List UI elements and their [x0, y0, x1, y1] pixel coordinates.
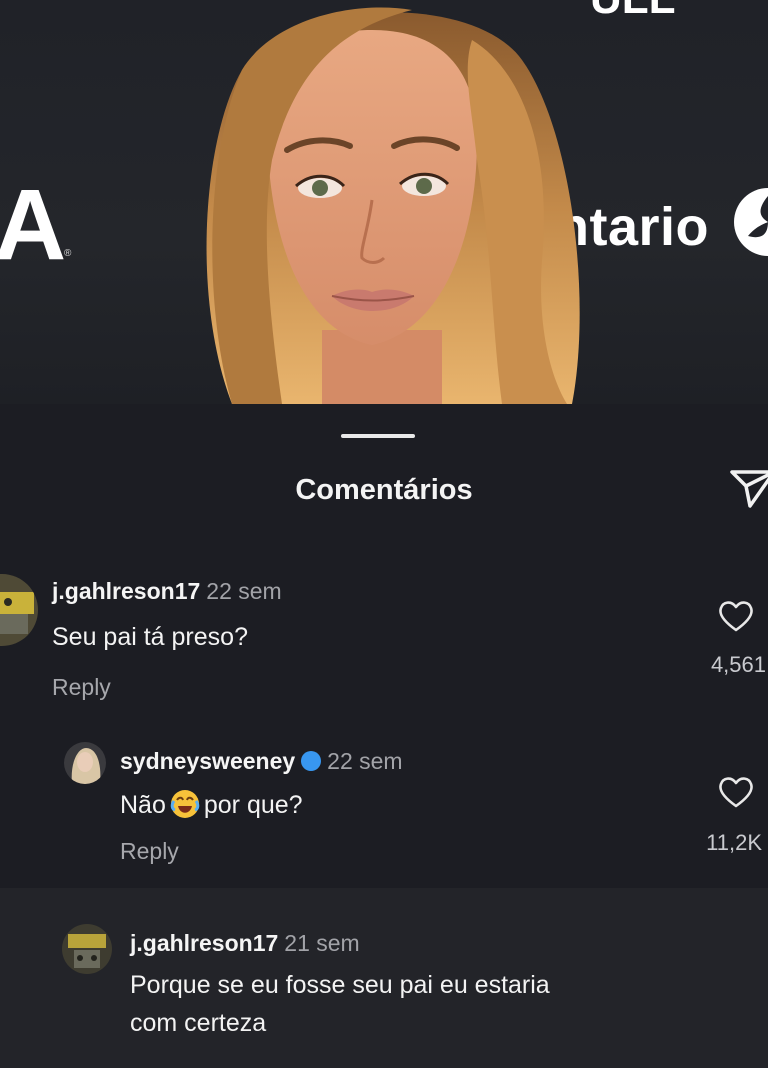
- crying-laughing-face-icon: [170, 790, 200, 819]
- comment-text: Seu pai tá preso?: [52, 623, 248, 651]
- verified-badge-icon: [301, 751, 322, 772]
- username[interactable]: sydneysweeney: [120, 748, 295, 774]
- comment-meta: j.gahlreson17 22 sem: [52, 578, 282, 605]
- reply-button[interactable]: Reply: [52, 674, 111, 701]
- comment-text-line: com certeza: [130, 1009, 267, 1037]
- comment-meta: j.gahlreson17 21 sem: [130, 930, 360, 957]
- avatar[interactable]: [64, 742, 106, 784]
- comments-sheet: Comentários j.gahlreson17 22 sem Seu pai …: [0, 404, 768, 1068]
- portrait-image: [206, 7, 580, 404]
- username[interactable]: j.gahlreson17: [130, 930, 278, 956]
- backdrop-registered-mark: ®: [64, 248, 72, 259]
- like-count: 11,2K: [706, 830, 762, 855]
- comment-text-part: por que?: [203, 791, 303, 819]
- comment-text-line: Porque se eu fosse seu pai eu estaria: [130, 971, 550, 999]
- heart-icon[interactable]: [716, 598, 756, 634]
- avatar[interactable]: [62, 924, 112, 974]
- reply-button[interactable]: Reply: [120, 838, 179, 865]
- comment-time: 22 sem: [206, 578, 282, 604]
- like-count: 4,561: [710, 652, 766, 677]
- backdrop-sponsor-letter: A: [0, 169, 66, 281]
- avatar[interactable]: [0, 574, 38, 646]
- comment-text-part: Não: [120, 791, 166, 819]
- comment-time: 21 sem: [284, 930, 360, 956]
- comment-item: j.gahlreson17 21 sem Porque se eu fosse s…: [0, 904, 768, 1068]
- comment-meta: sydneysweeney 22 sem: [120, 748, 403, 775]
- heart-icon[interactable]: [716, 774, 756, 810]
- comment-reply-item: sydneysweeney 22 sem Não por que? Reply 1…: [0, 734, 768, 884]
- comment-text: Não por que?: [120, 788, 303, 822]
- comment-time: 22 sem: [327, 748, 403, 774]
- trillium-logo-icon: [734, 188, 768, 256]
- username[interactable]: j.gahlreson17: [52, 578, 200, 604]
- post-photo: ULL A ® ntario: [0, 0, 768, 404]
- backdrop-top-text: ULL: [590, 0, 676, 24]
- comment-item: j.gahlreson17 22 sem Seu pai tá preso? Re…: [0, 404, 768, 714]
